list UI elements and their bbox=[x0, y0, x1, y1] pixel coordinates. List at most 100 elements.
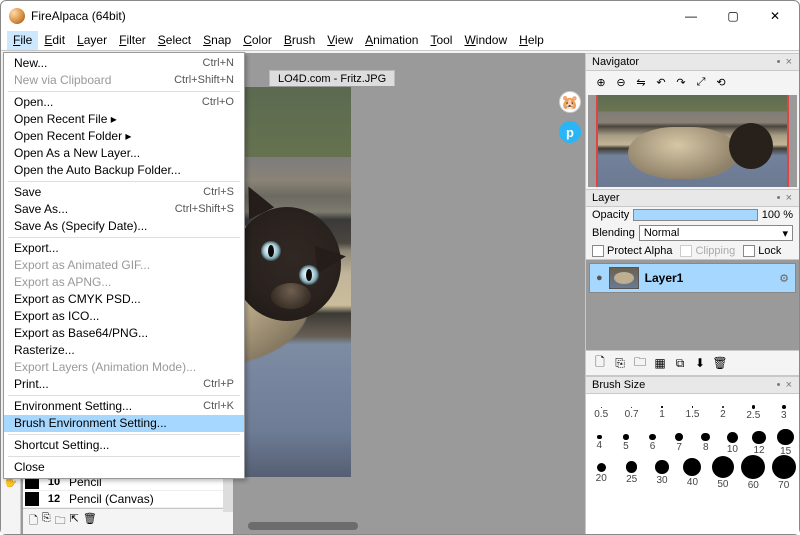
firealpaca-badge-icon[interactable] bbox=[559, 91, 581, 113]
menu-edit[interactable]: Edit bbox=[38, 31, 71, 50]
zoom-in-icon[interactable]: ⊕ bbox=[592, 74, 610, 90]
brush-size-cell[interactable]: 50 bbox=[708, 456, 738, 491]
brush-size-cell[interactable]: 2 bbox=[708, 406, 738, 421]
delete-layer-icon[interactable]: 🗑 bbox=[712, 355, 728, 371]
file-menu-item[interactable]: Export as Base64/PNG... bbox=[4, 325, 244, 342]
brush-size-cell[interactable]: 6 bbox=[639, 434, 666, 453]
brush-size-cell[interactable]: 0.5 bbox=[586, 407, 616, 420]
layer-item[interactable]: ● Layer1 ⚙ bbox=[589, 263, 796, 293]
protect-alpha-checkbox[interactable]: Protect Alpha bbox=[592, 245, 672, 257]
duplicate-brush-icon[interactable]: ⎘ bbox=[42, 512, 51, 531]
file-menu-item[interactable]: Open Recent File ▸ bbox=[4, 111, 244, 128]
file-menu-item[interactable]: Export... bbox=[4, 240, 244, 257]
menu-view[interactable]: View bbox=[321, 31, 359, 50]
layer-settings-icon[interactable]: ⧉ bbox=[672, 355, 688, 371]
zoom-out-icon[interactable]: ⊖ bbox=[612, 74, 630, 90]
blending-select[interactable]: Normal▾ bbox=[639, 225, 793, 241]
brush-size-cell[interactable]: 30 bbox=[647, 460, 677, 486]
menu-filter[interactable]: Filter bbox=[113, 31, 152, 50]
file-menu-item[interactable]: Save As...Ctrl+Shift+S bbox=[4, 201, 244, 218]
brush-list-item[interactable]: 12Pencil (Canvas) bbox=[23, 491, 233, 508]
brush-size-cell[interactable]: 40 bbox=[677, 458, 707, 488]
horizontal-scrollbar[interactable] bbox=[248, 522, 358, 530]
brush-folder-icon[interactable]: 🗀 bbox=[55, 512, 66, 531]
new-brush-icon[interactable]: 🗋 bbox=[29, 512, 38, 531]
download-layer-icon[interactable]: ⬇ bbox=[692, 355, 708, 371]
menu-tool[interactable]: Tool bbox=[424, 31, 458, 50]
opacity-slider[interactable] bbox=[633, 209, 758, 221]
opacity-label: Opacity bbox=[592, 209, 629, 221]
file-menu-item[interactable]: Brush Environment Setting... bbox=[4, 415, 244, 432]
menu-snap[interactable]: Snap bbox=[197, 31, 237, 50]
file-menu-item[interactable]: Open...Ctrl+O bbox=[4, 94, 244, 111]
brush-size-title: Brush Size bbox=[592, 379, 645, 391]
reset-view-icon[interactable]: ⟲ bbox=[712, 74, 730, 90]
file-menu-item[interactable]: New...Ctrl+N bbox=[4, 55, 244, 72]
brush-size-cell[interactable]: 15 bbox=[772, 429, 799, 458]
minimize-button[interactable]: ― bbox=[671, 4, 711, 28]
file-menu-item[interactable]: Open Recent Folder ▸ bbox=[4, 128, 244, 145]
rotate-cw-icon[interactable]: ↷ bbox=[672, 74, 690, 90]
maximize-button[interactable]: ▢ bbox=[713, 4, 753, 28]
menu-animation[interactable]: Animation bbox=[359, 31, 424, 50]
flip-icon[interactable]: ⇋ bbox=[632, 74, 650, 90]
pixiv-badge-icon[interactable]: p bbox=[559, 121, 581, 143]
navigator-preview[interactable] bbox=[588, 95, 797, 187]
panel-dots-icon[interactable]: • × bbox=[777, 192, 793, 204]
file-menu-item[interactable]: Save As (Specify Date)... bbox=[4, 218, 244, 235]
menu-brush[interactable]: Brush bbox=[278, 31, 321, 50]
file-menu-dropdown: New...Ctrl+NNew via ClipboardCtrl+Shift+… bbox=[3, 52, 245, 479]
brush-size-cell[interactable]: 3 bbox=[769, 405, 799, 421]
document-tab[interactable]: LO4D.com - Fritz.JPG bbox=[269, 70, 395, 86]
brush-size-cell[interactable]: 2.5 bbox=[738, 405, 768, 420]
brush-size-cell[interactable]: 1 bbox=[647, 406, 677, 419]
brush-size-cell[interactable]: 25 bbox=[617, 461, 647, 484]
panel-dots-icon[interactable]: • × bbox=[777, 56, 793, 68]
layer-gear-icon[interactable]: ⚙ bbox=[779, 272, 789, 285]
clipping-checkbox[interactable]: Clipping bbox=[680, 245, 735, 257]
brush-size-cell[interactable]: 0.7 bbox=[617, 407, 647, 420]
file-menu-item[interactable]: Print...Ctrl+P bbox=[4, 376, 244, 393]
layer-thumbnail bbox=[609, 267, 639, 289]
duplicate-layer-icon[interactable]: ⎘ bbox=[612, 355, 628, 371]
new-layer-icon[interactable]: 🗋 bbox=[592, 355, 608, 371]
brush-size-cell[interactable]: 10 bbox=[719, 432, 746, 455]
brush-import-icon[interactable]: ⇱ bbox=[70, 512, 79, 531]
menu-help[interactable]: Help bbox=[513, 31, 550, 50]
file-menu-item[interactable]: Open the Auto Backup Folder... bbox=[4, 162, 244, 179]
brush-size-cell[interactable]: 8 bbox=[693, 433, 720, 454]
folder-icon[interactable]: 🗀 bbox=[632, 355, 648, 371]
file-menu-item[interactable]: Close bbox=[4, 459, 244, 476]
file-menu-item[interactable]: Export as CMYK PSD... bbox=[4, 291, 244, 308]
file-menu-item[interactable]: Rasterize... bbox=[4, 342, 244, 359]
panel-dots-icon[interactable]: • × bbox=[777, 379, 793, 391]
menu-color[interactable]: Color bbox=[237, 31, 278, 50]
visibility-dot-icon[interactable]: ● bbox=[596, 272, 603, 284]
menu-select[interactable]: Select bbox=[152, 31, 197, 50]
lock-checkbox[interactable]: Lock bbox=[743, 245, 781, 257]
file-menu-item[interactable]: Environment Setting...Ctrl+K bbox=[4, 398, 244, 415]
merge-down-icon[interactable]: ▦ bbox=[652, 355, 668, 371]
brush-size-cell[interactable]: 4 bbox=[586, 435, 613, 451]
brush-size-cell[interactable]: 12 bbox=[746, 431, 773, 456]
menu-file[interactable]: File bbox=[7, 31, 38, 50]
brush-size-cell[interactable]: 70 bbox=[769, 455, 799, 491]
menu-window[interactable]: Window bbox=[458, 31, 513, 50]
blending-label: Blending bbox=[592, 227, 635, 239]
file-menu-item: Export as APNG... bbox=[4, 274, 244, 291]
delete-brush-icon[interactable]: 🗑 bbox=[83, 512, 97, 531]
brush-size-cell[interactable]: 60 bbox=[738, 455, 768, 491]
file-menu-item[interactable]: Export as ICO... bbox=[4, 308, 244, 325]
file-menu-item[interactable]: Shortcut Setting... bbox=[4, 437, 244, 454]
file-menu-item[interactable]: Open As a New Layer... bbox=[4, 145, 244, 162]
navigator-title: Navigator bbox=[592, 56, 639, 68]
brush-size-cell[interactable]: 7 bbox=[666, 433, 693, 453]
fit-icon[interactable]: ⤢ bbox=[692, 74, 710, 90]
menu-layer[interactable]: Layer bbox=[71, 31, 113, 50]
file-menu-item[interactable]: SaveCtrl+S bbox=[4, 184, 244, 201]
rotate-ccw-icon[interactable]: ↶ bbox=[652, 74, 670, 90]
brush-size-cell[interactable]: 5 bbox=[613, 434, 640, 452]
close-button[interactable]: ✕ bbox=[755, 4, 795, 28]
brush-size-cell[interactable]: 1.5 bbox=[677, 406, 707, 420]
brush-size-cell[interactable]: 20 bbox=[586, 463, 616, 484]
